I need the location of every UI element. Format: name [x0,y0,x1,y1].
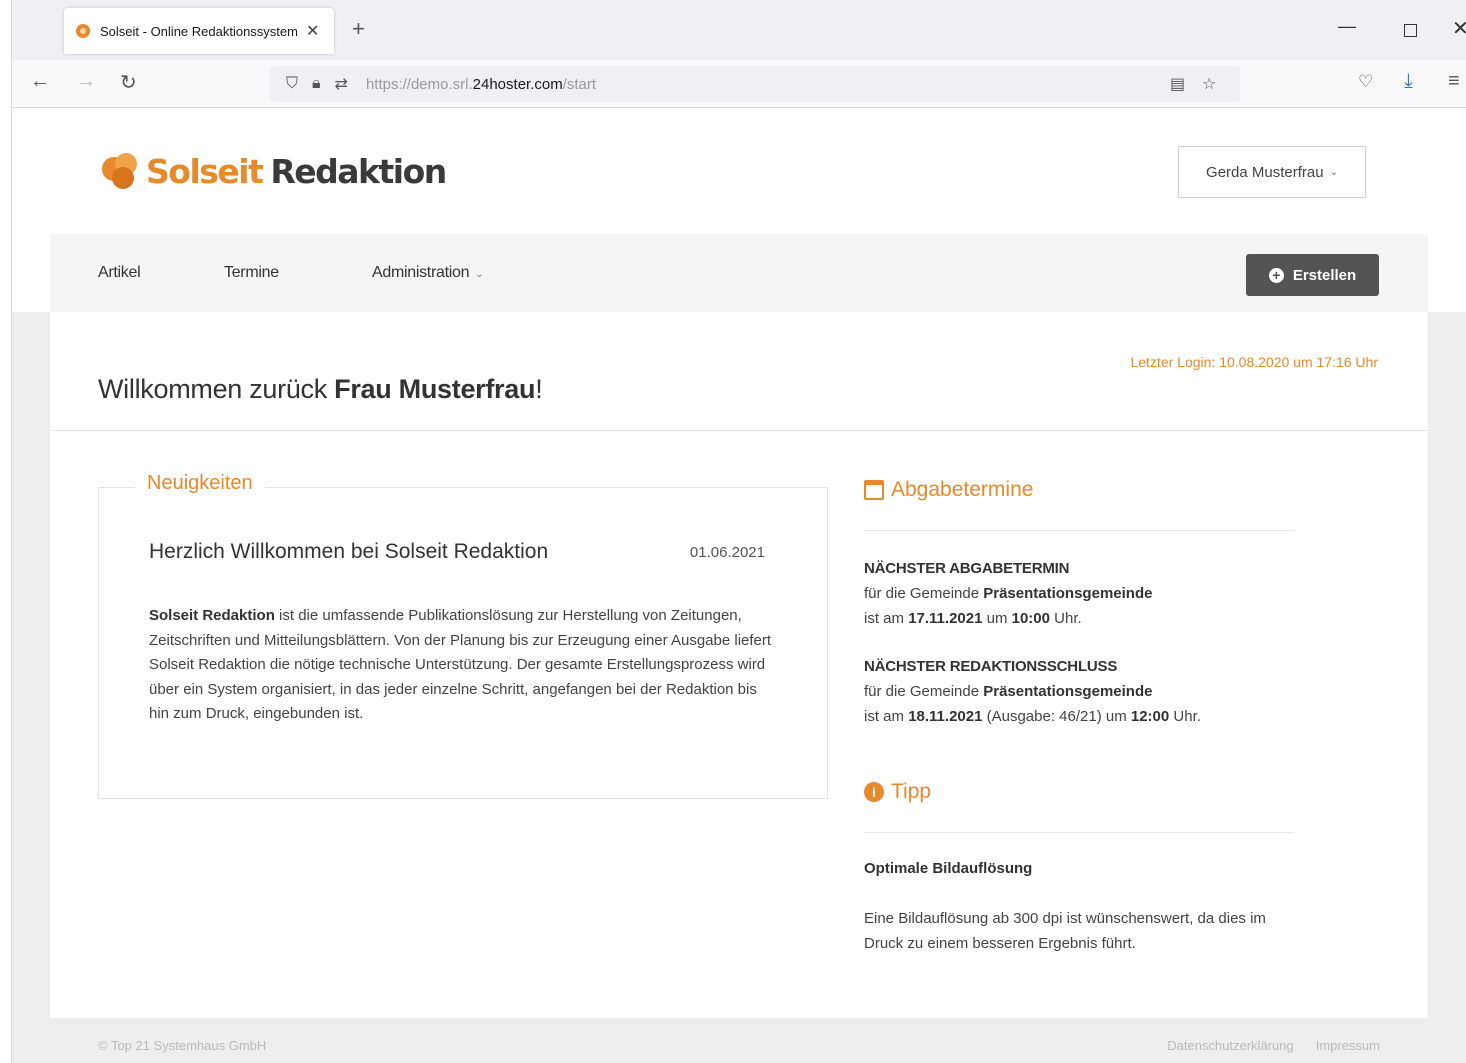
news-title: Herzlich Willkommen bei Solseit Redaktio… [149,540,549,563]
plus-circle-icon: + [1268,267,1284,283]
tip-heading: i Tipp [864,780,931,804]
download-icon[interactable]: ⤓ [1404,70,1413,93]
site-footer: © Top 21 Systemhaus GmbH Datenschutzerkl… [50,1030,1428,1060]
tab-title: Solseit - Online Redaktionssystem [100,23,298,39]
logo-brand: Solseit [146,152,264,191]
url-text[interactable]: https://demo.srl.24hoster.com/start [366,76,596,93]
browser-tab[interactable]: Solseit - Online Redaktionssystem ✕ [64,8,334,54]
divider [864,832,1294,833]
editorial-community: Präsentationsgemeinde [983,683,1153,700]
submission-time: 10:00 [1011,610,1050,627]
chevron-down-icon: ⌄ [1329,166,1338,178]
favicon-icon [76,24,90,38]
window-close-icon[interactable]: ✕ [1452,16,1466,41]
deadlines-heading: Abgabetermine [864,478,1033,502]
main-content: Willkommen zurück Frau Musterfrau! Letzt… [50,312,1428,1018]
next-editorial-block: Nächster Redaktionsschluss für die Gemei… [864,654,1201,729]
welcome-name: Frau Musterfrau [334,374,536,404]
site-header: Solseit Redaktion Gerda Musterfrau ⌄ [12,108,1466,234]
back-icon[interactable]: ← [30,70,50,93]
logo-mark-icon [102,152,140,191]
next-editorial-label: Nächster Redaktionsschluss [864,658,1118,675]
news-panel: Neuigkeiten Herzlich Willkommen bei Sols… [98,472,828,799]
shield-icon[interactable]: ⛉ [286,75,298,93]
tip-body: Eine Bildauflösung ab 300 dpi ist wünsch… [864,910,1266,952]
divider [864,530,1294,531]
nav-item-artikel[interactable]: Artikel [98,264,141,282]
reload-icon[interactable]: ↻ [120,70,137,95]
info-icon: i [864,782,884,802]
logo-product: Redaktion [270,152,447,191]
nav-item-termine[interactable]: Termine [224,264,279,282]
chevron-down-icon: ⌄ [475,269,484,280]
reader-view-icon[interactable]: ▤ [1170,74,1185,94]
privacy-link[interactable]: Datenschutzerklärung [1167,1038,1293,1053]
url-bar[interactable]: ⛉ 🔒︎ ⇄ https://demo.srl.24hoster.com/sta… [270,66,1240,102]
main-navigation: Artikel Termine Administration ⌄ + Erstel… [50,234,1428,312]
site-logo[interactable]: Solseit Redaktion [102,152,447,191]
bookmark-star-icon[interactable]: ☆ [1202,74,1216,94]
browser-navbar: ← → ↻ ⛉ 🔒︎ ⇄ https://demo.srl.24hoster.c… [12,60,1466,108]
news-date: 01.06.2021 [689,544,765,561]
editorial-time: 12:00 [1130,708,1170,725]
lock-icon[interactable]: 🔒︎ [312,75,321,93]
calendar-icon [864,480,884,500]
editorial-date: 18.11.2021 [908,708,983,725]
create-button-label: Erstellen [1292,266,1357,284]
minimize-icon[interactable]: — [1338,16,1356,37]
window-edge [0,0,12,1063]
browser-tabbar: Solseit - Online Redaktionssystem ✕ + — … [12,0,1466,60]
submission-date: 17.11.2021 [908,610,983,627]
submission-community: Präsentationsgemeinde [983,585,1153,602]
news-body: Solseit Redaktion ist die umfassende Pub… [149,607,772,722]
copyright: © Top 21 Systemhaus GmbH [98,1038,267,1053]
next-submission-label: Nächster Abgabetermin [864,560,1070,577]
close-tab-icon[interactable]: ✕ [306,21,319,41]
new-tab-icon[interactable]: + [352,16,365,42]
next-submission-block: Nächster Abgabetermin für die Gemeinde P… [864,556,1152,631]
nav-item-administration-label: Administration [372,264,470,281]
maximize-icon[interactable] [1404,24,1417,37]
nav-item-administration[interactable]: Administration ⌄ [372,264,484,282]
news-legend: Neuigkeiten [135,472,265,495]
menu-icon[interactable]: ≡ [1448,70,1460,93]
welcome-heading: Willkommen zurück Frau Musterfrau! [98,374,543,404]
imprint-link[interactable]: Impressum [1316,1038,1380,1053]
forward-icon[interactable]: → [76,70,96,93]
permissions-icon[interactable]: ⇄ [335,74,348,94]
tip-title: Optimale Bildauflösung [864,860,1033,877]
user-name: Gerda Musterfrau [1206,163,1324,181]
user-menu-button[interactable]: Gerda Musterfrau ⌄ [1178,146,1366,198]
divider [50,430,1428,431]
pocket-icon[interactable]: ♡ [1358,72,1373,92]
create-button[interactable]: + Erstellen [1246,254,1379,296]
last-login-info: Letzter Login: 10.08.2020 um 17:16 Uhr [1130,354,1378,370]
